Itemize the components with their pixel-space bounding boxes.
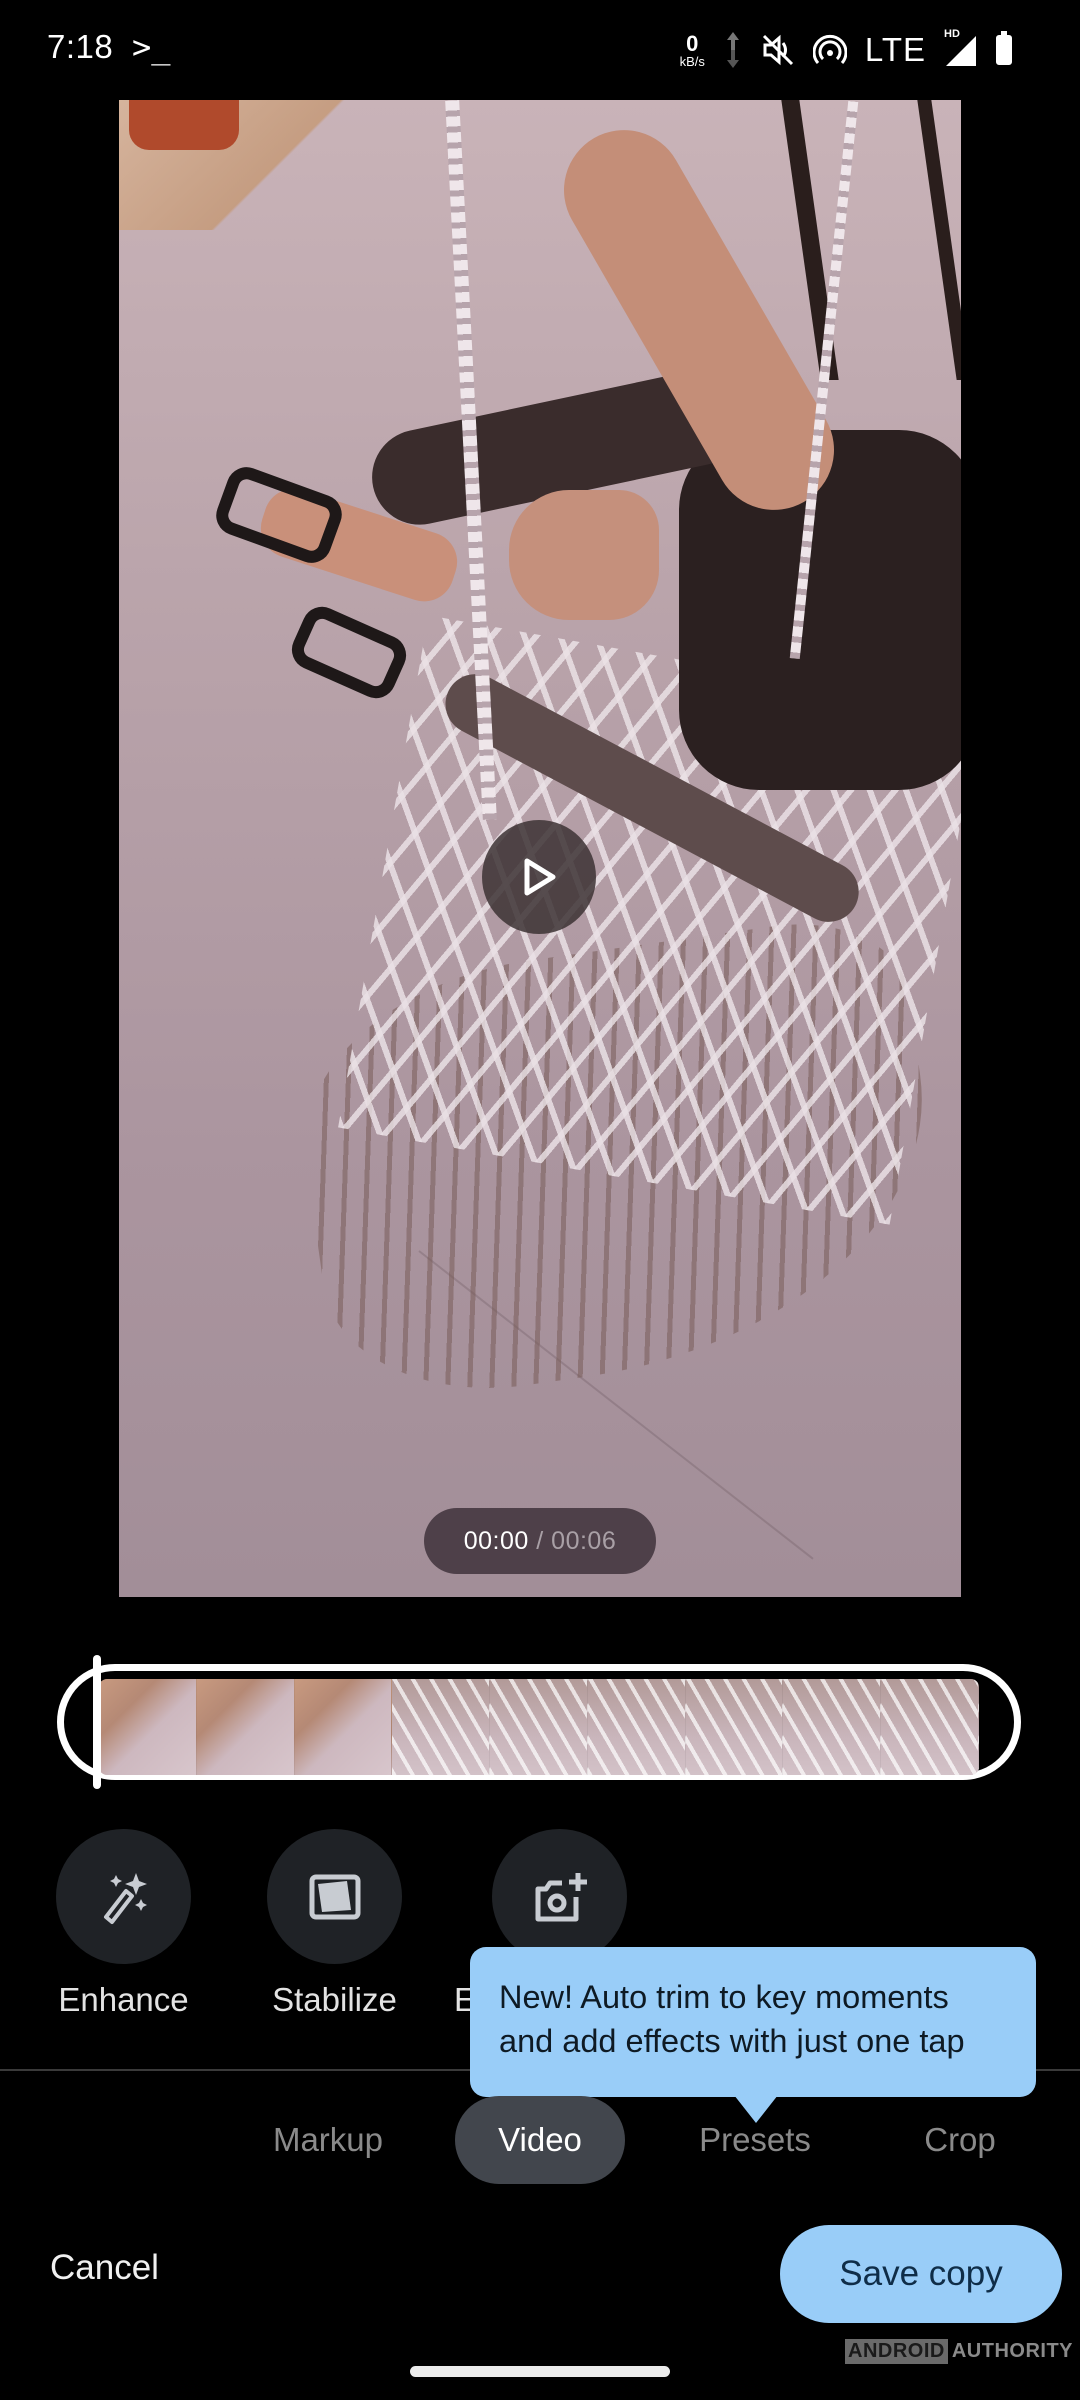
trim-bar[interactable] xyxy=(57,1664,1021,1780)
home-indicator[interactable] xyxy=(410,2366,670,2377)
terminal-icon: >_ xyxy=(132,28,171,66)
thumbnail-frame xyxy=(196,1679,295,1775)
camera-add-icon xyxy=(535,1872,587,1921)
scene-sandal xyxy=(285,600,413,705)
save-copy-button[interactable]: Save copy xyxy=(780,2225,1062,2323)
scene-sandal xyxy=(210,461,348,569)
hotspot-icon xyxy=(812,34,847,64)
status-time: 7:18 xyxy=(47,28,114,65)
trim-handle-end[interactable] xyxy=(993,1699,1003,1747)
stabilize-label: Stabilize xyxy=(272,1981,397,2018)
trim-handle-start[interactable] xyxy=(75,1699,85,1747)
network-speed-unit: kB/s xyxy=(679,53,705,69)
stabilize-button[interactable] xyxy=(267,1829,402,1964)
editor-tabs: Markup Video Presets Crop xyxy=(0,2096,1080,2184)
new-feature-tooltip[interactable]: New! Auto trim to key moments and add ef… xyxy=(470,1947,1036,2123)
time-separator-text: / xyxy=(536,1526,544,1555)
video-preview[interactable]: 00:00 / 00:06 xyxy=(119,100,961,1597)
data-arrows-icon xyxy=(726,32,739,68)
scene-flower-pot xyxy=(129,100,239,150)
tab-presets[interactable]: Presets xyxy=(680,2096,830,2184)
battery-icon xyxy=(996,31,1012,65)
thumbnail-frame xyxy=(783,1679,882,1775)
tab-markup[interactable]: Markup xyxy=(248,2096,408,2184)
total-time: 00:06 xyxy=(551,1526,617,1555)
tool-export-frame[interactable]: E xyxy=(454,1829,627,2018)
playback-time: 00:00 / 00:06 xyxy=(424,1508,656,1574)
scene-chair xyxy=(781,100,961,380)
status-bar: 7:18 >_ 0 kB/s LTE HD xyxy=(0,0,1080,100)
current-time: 00:00 xyxy=(463,1526,529,1555)
enhance-button[interactable] xyxy=(56,1829,191,1964)
network-speed: 0 kB/s xyxy=(679,30,705,69)
magic-wand-icon xyxy=(103,1872,147,1924)
time-separator: / xyxy=(529,1527,551,1556)
thumbnail-frame xyxy=(392,1679,491,1775)
scene-person-hand xyxy=(509,490,659,620)
network-speed-value: 0 xyxy=(686,30,699,56)
tab-crop[interactable]: Crop xyxy=(900,2096,1020,2184)
tooltip-text: New! Auto trim to key moments and add ef… xyxy=(499,1979,965,2059)
thumbnail-frame xyxy=(685,1679,784,1775)
stabilize-icon xyxy=(309,1874,360,1919)
thumbnail-strip xyxy=(99,1679,979,1775)
export-frame-button[interactable] xyxy=(492,1829,627,1964)
play-icon xyxy=(524,858,556,896)
thumbnail-frame xyxy=(587,1679,686,1775)
thumbnail-frame xyxy=(99,1679,197,1775)
signal-icon: HD xyxy=(944,28,978,68)
mute-vibrate-off-icon xyxy=(762,34,793,66)
tab-video[interactable]: Video xyxy=(455,2096,625,2184)
tool-stabilize[interactable]: Stabilize xyxy=(267,1829,402,2018)
thumbnail-frame xyxy=(490,1679,588,1775)
thumbnail-frame xyxy=(294,1679,393,1775)
status-icons: 0 kB/s LTE HD xyxy=(680,26,1012,74)
thumbnail-frame xyxy=(881,1679,979,1775)
watermark: ANDROID AUTHORITY xyxy=(845,2339,1073,2364)
play-button[interactable] xyxy=(482,820,596,934)
enhance-label: Enhance xyxy=(58,1981,189,2018)
tool-enhance[interactable]: Enhance xyxy=(56,1829,191,2018)
playhead[interactable] xyxy=(93,1655,101,1789)
watermark-part1: ANDROID xyxy=(845,2339,948,2364)
network-type: LTE xyxy=(864,31,926,68)
watermark-part2: AUTHORITY xyxy=(951,2340,1074,2362)
cancel-button[interactable]: Cancel xyxy=(50,2248,159,2288)
